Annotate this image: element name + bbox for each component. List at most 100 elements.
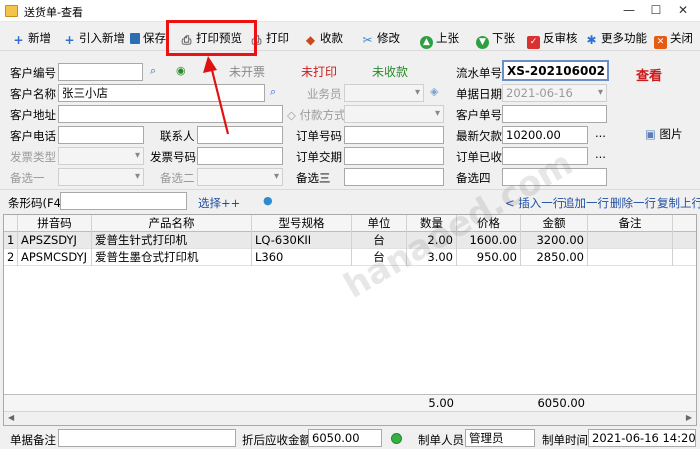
col-name[interactable]: 产品名称 [92,215,252,232]
down-arrow-icon: ▼ [476,36,489,49]
footer-bar: 单据备注 折后应收金额 6050.00 制单人员 管理员 制单时间 2021-0… [0,428,700,449]
cell-model[interactable]: L360 [252,249,352,266]
invoice-no-label: 发票号码 [150,150,196,164]
product-grid[interactable]: 拼音码 产品名称 型号规格 单位 数量 价格 金额 备注 1 APSZSDYJ … [3,214,697,426]
append-row-link[interactable]: 追加一行 [563,195,609,211]
save-button[interactable]: 保存 [130,28,166,48]
col-amount[interactable]: 金额 [521,215,588,232]
next-button[interactable]: ▼ 下张 [476,28,515,49]
memo2-select[interactable] [197,168,283,186]
modify-button[interactable]: ✂ 修改 [361,28,400,48]
new-button[interactable]: + 新增 [12,28,51,48]
title-bar: 送货单-查看 — ☐ ✕ [0,0,700,22]
invoice-status: 未开票 [229,65,266,79]
phone-input[interactable] [58,126,144,144]
modify-label: 修改 [377,31,400,45]
search-icon[interactable]: ⌕ [270,85,276,99]
sales-select[interactable] [344,84,424,102]
latest-debt-label: 最新欠款 [456,129,502,143]
order-no-input[interactable] [344,126,444,144]
cell-memo[interactable] [588,249,673,266]
pay-select[interactable] [344,105,444,123]
prev-button[interactable]: ▲ 上张 [420,28,459,49]
contact-label: 联系人 [160,129,195,143]
serial-input[interactable]: XS-202106002 [502,60,609,81]
close-button[interactable]: ✕ 关闭 [654,28,693,49]
contact-input[interactable] [197,126,283,144]
customer-name-label: 客户名称 [10,87,56,101]
more-label: 更多功能 [601,31,647,45]
cell-amount[interactable]: 2850.00 [521,249,588,266]
order-received-more[interactable]: ... [595,147,606,161]
memo3-input[interactable] [344,168,444,186]
cust-order-input[interactable] [502,105,607,123]
col-memo[interactable]: 备注 [588,215,673,232]
receive-button[interactable]: ◆ 收款 [304,28,343,48]
import-new-button[interactable]: + 引入新增 [63,28,125,48]
cell-model[interactable]: LQ-630KII [252,232,352,249]
maximize-button[interactable]: ☐ [643,1,669,21]
view-mark: 查看 [636,69,663,84]
tag-icon[interactable]: ◈ [430,85,438,98]
date-input[interactable]: 2021-06-16 [502,84,607,102]
order-date-input[interactable] [344,147,444,165]
minimize-button[interactable]: — [616,1,642,21]
net-label: 折后应收金额 [242,433,311,447]
invoice-no-input[interactable] [197,147,283,165]
app-icon [5,5,18,17]
customer-code-input[interactable] [58,63,143,81]
unaudit-label: 反审核 [543,31,578,45]
close-window-button[interactable]: ✕ [670,1,696,21]
scroll-right-icon[interactable]: ▶ [686,413,692,422]
cell-amount[interactable]: 3200.00 [521,232,588,249]
col-pinyin[interactable]: 拼音码 [18,215,92,232]
table-row[interactable]: 1 APSZSDYJ 爱普生针式打印机 LQ-630KII 台 2.00 160… [4,232,696,249]
memo1-select[interactable] [58,168,144,186]
memo-input[interactable] [58,429,236,447]
date-label: 单据日期 [456,87,502,101]
invoice-type-select[interactable] [58,147,144,165]
invoice-type-label: 发票类型 [10,150,56,164]
header-form: 客户编号 ⌕ ◉ 未开票 未打印 未收款 流水单号 XS-202106002 查… [0,52,700,188]
picture-icon: ▣ [645,127,660,141]
col-model[interactable]: 型号规格 [252,215,352,232]
unaudit-button[interactable]: ✓ 反审核 [527,28,578,49]
picture-label: 图片 [659,127,683,141]
cell-memo[interactable] [588,232,673,249]
diamond-icon: ◇ [287,108,300,122]
cell-name[interactable]: 爱普生针式打印机 [92,232,252,249]
barcode-input[interactable] [60,192,187,210]
time-input: 2021-06-16 14:20:02 [588,429,696,447]
refresh-icon[interactable]: ◉ [176,64,186,77]
shapes-icon: ◆ [305,33,316,47]
latest-debt-more[interactable]: ... [595,126,606,140]
plus-icon: + [13,33,24,47]
memo3-label: 备选三 [296,171,331,185]
scroll-left-icon[interactable]: ◀ [8,413,14,422]
maker-label: 制单人员 [418,433,464,447]
plus-icon: + [64,33,75,47]
cell-pinyin[interactable]: APSZSDYJ [18,232,92,249]
cell-pinyin[interactable]: APSMCSDYJ [18,249,92,266]
globe-icon[interactable]: ● [263,194,273,207]
order-received-label: 订单已收 [456,150,502,164]
select-more-link[interactable]: 选择++ [198,195,240,211]
customer-name-input[interactable]: 张三小店 [58,84,265,102]
status-dot-icon [391,433,402,444]
more-functions-button[interactable]: ✱ 更多功能 [585,28,647,48]
print-preview-highlight [166,20,257,56]
cell-price[interactable]: 950.00 [457,249,521,266]
col-unit[interactable]: 单位 [352,215,407,232]
memo2-label: 备选二 [160,171,195,185]
delete-row-link[interactable]: 删除一行 [610,195,656,211]
horizontal-scrollbar[interactable]: ◀ ▶ [4,411,696,425]
net-input: 6050.00 [308,429,382,447]
next-label: 下张 [492,31,515,45]
copy-prev-link[interactable]: 复制上行 [657,195,700,211]
order-no-label: 订单号码 [296,129,342,143]
toolbar: + 新增 + 引入新增 保存 ⎙ 打印预览 ⎙ 打印 ◆ 收款 ✂ 修改 ▲ 上张 ▼ 下张 ✓… [0,24,700,51]
address-input[interactable] [58,105,283,123]
cell-name[interactable]: 爱普生墨仓式打印机 [92,249,252,266]
search-icon[interactable]: ⌕ [150,64,156,78]
picture-button[interactable]: ▣ 图片 [645,126,683,142]
